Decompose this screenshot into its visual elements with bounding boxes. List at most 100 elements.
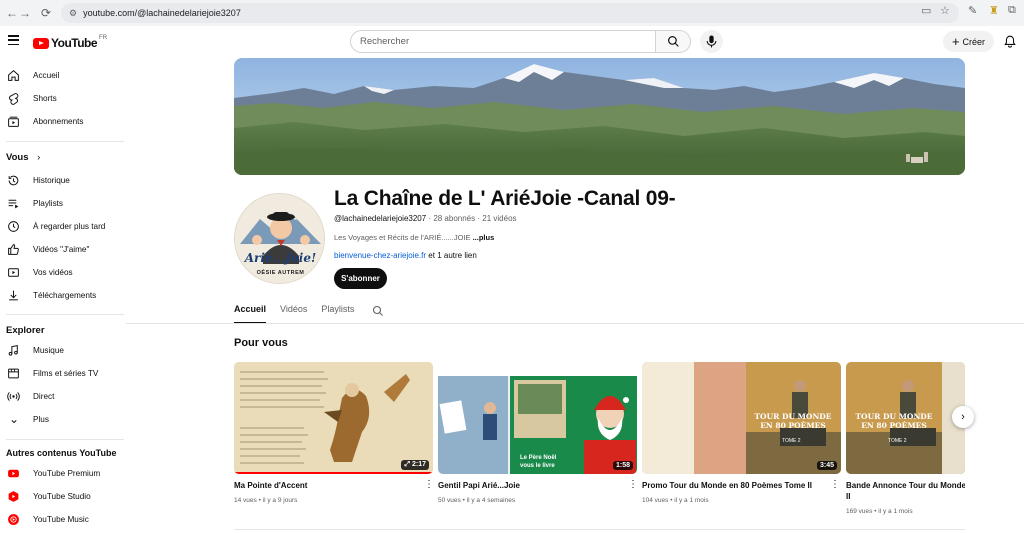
manuscript-thumbnail-image <box>234 362 433 474</box>
sidebar-item-your-videos[interactable]: Vos vidéos <box>0 261 126 283</box>
sidebar-divider <box>6 439 124 440</box>
video-card[interactable]: ⤢ 2:17 Ma Pointe d'Accent 14 vues • il y… <box>234 362 433 504</box>
video-title[interactable]: Promo Tour du Monde en 80 Poèmes Tome II <box>642 480 832 491</box>
sidebar-item-shorts[interactable]: Shorts <box>0 87 126 109</box>
address-url: youtube.com/@lachainedelariejoie3207 <box>83 8 241 18</box>
channel-search-button[interactable] <box>372 304 384 322</box>
sidebar-item-watch-later[interactable]: À regarder plus tard <box>0 215 126 237</box>
site-settings-icon[interactable]: ⚙ <box>69 8 77 19</box>
sidebar-item-more[interactable]: ⌄ Plus <box>0 408 126 430</box>
channel-meta: @lachainedelariejoie3207 · 28 abonnés · … <box>334 214 517 223</box>
channel-description[interactable]: Les Voyages et Récits de l'ARIÉ......JOI… <box>334 233 494 242</box>
search-button[interactable] <box>656 30 691 53</box>
puzzle-extensions-icon[interactable]: ⧉ <box>1008 4 1016 17</box>
sidebar-item-youtube-premium[interactable]: YouTube Premium <box>0 462 126 484</box>
youtube-play-icon <box>33 37 49 49</box>
sidebar-item-playlists[interactable]: Playlists <box>0 192 126 214</box>
video-age: il y a 9 jours <box>262 497 298 504</box>
video-meta: 50 vues • il y a 4 semaines <box>438 497 516 504</box>
subscriptions-icon <box>8 116 19 127</box>
sidebar-item-label: Films et séries TV <box>33 368 99 378</box>
sidebar-item-youtube-music[interactable]: YouTube Music <box>0 508 126 530</box>
channel-avatar[interactable]: Ariè...Joie! OÉSIE AUTREM <box>234 193 325 284</box>
video-meta: 169 vues • il y a 1 mois <box>846 508 913 515</box>
pen-extension-icon[interactable]: ✎ <box>968 4 977 17</box>
subscribe-button[interactable]: S'abonner <box>334 268 387 289</box>
video-meta: 14 vues • il y a 9 jours <box>234 497 298 504</box>
video-card[interactable]: TOUR DU MONDE EN 80 POÈMES TOME 2 Bande … <box>846 362 965 522</box>
tab-videos[interactable]: Vidéos <box>280 304 307 324</box>
sidebar-item-history[interactable]: Historique <box>0 169 126 191</box>
more-actions-icon[interactable]: ⋮ <box>424 479 434 490</box>
microphone-icon <box>706 35 717 48</box>
sidebar-item-label: Vos vidéos <box>33 267 73 277</box>
sidebar-item-label: Musique <box>33 345 64 355</box>
search-input[interactable]: Rechercher <box>350 30 656 53</box>
reload-icon[interactable]: ⟳ <box>35 2 57 24</box>
sidebar-item-liked-videos[interactable]: Vidéos "J'aime" <box>0 238 126 260</box>
video-views: 169 vues <box>846 508 873 515</box>
sidebar-item-subscriptions[interactable]: Abonnements <box>0 110 126 132</box>
video-card[interactable]: Le Père Noël vous le livre 1:58 Gentil P… <box>424 362 637 504</box>
next-videos-button[interactable]: › <box>952 406 974 428</box>
history-icon <box>8 175 19 186</box>
notifications-button[interactable] <box>1004 35 1016 53</box>
video-meta: 104 vues • il y a 1 mois <box>642 497 709 504</box>
sidebar-item-movies[interactable]: Films et séries TV <box>0 362 126 384</box>
tab-home[interactable]: Accueil <box>234 304 267 324</box>
more-actions-icon[interactable]: ⋮ <box>628 479 638 490</box>
cast-icon[interactable]: ▭ <box>921 4 931 17</box>
video-age: il y a 4 semaines <box>466 497 516 504</box>
sidebar-other-heading: Autres contenus YouTube <box>6 448 117 458</box>
sidebar-item-downloads[interactable]: Téléchargements <box>0 284 126 306</box>
menu-hamburger-icon[interactable] <box>8 35 19 45</box>
other-links-button[interactable]: et 1 autre lien <box>428 251 476 260</box>
channel-title: La Chaîne de L' AriéJoie -Canal 09- <box>334 187 676 210</box>
bookmark-star-icon[interactable]: ☆ <box>940 4 950 17</box>
video-title[interactable]: Bande Annonce Tour du Monde en II <box>846 480 965 502</box>
sidebar-item-home[interactable]: Accueil <box>0 64 126 86</box>
sidebar-explore-heading: Explorer <box>6 325 45 336</box>
extension-icon[interactable]: ♜ <box>989 4 999 17</box>
video-card[interactable]: TOUR DU MONDE EN 80 POÈMES TOME 2 3:45 P… <box>628 362 841 504</box>
sidebar-item-label: Vidéos "J'aime" <box>33 244 90 254</box>
watch-progress-bar <box>234 472 433 474</box>
duration-text: 2:17 <box>411 461 426 468</box>
youtube-logo[interactable]: YouTube FR <box>33 35 107 50</box>
plus-icon: + <box>951 34 960 49</box>
thumbnail-text: Le Père Noël vous le livre <box>520 455 557 469</box>
tab-playlists[interactable]: Playlists <box>321 304 354 324</box>
sidebar-you-heading[interactable]: Vous › <box>6 152 40 163</box>
channel-tabs: Accueil Vidéos Playlists <box>234 304 368 324</box>
create-button[interactable]: + Créer <box>943 31 994 52</box>
more-actions-icon[interactable]: ⋮ <box>830 479 840 490</box>
channel-website-link[interactable]: bienvenue-chez-ariejoie.fr <box>334 251 426 260</box>
video-age: il y a 1 mois <box>878 508 913 515</box>
sidebar: Accueil Shorts Abonnements Vous › Histor… <box>0 58 126 533</box>
video-views: 14 vues <box>234 497 257 504</box>
video-thumbnail[interactable]: TOUR DU MONDE EN 80 POÈMES TOME 2 <box>846 362 965 474</box>
description-text: Les Voyages et Récits de l'ARIÉ......JOI… <box>334 233 471 242</box>
video-title[interactable]: Gentil Papi Arié...Joie <box>438 480 628 491</box>
search-placeholder: Rechercher <box>360 36 410 47</box>
thumbnail-subtext: TOME 2 <box>782 438 801 444</box>
forward-icon[interactable]: → <box>14 2 36 24</box>
voice-search-button[interactable] <box>700 30 723 53</box>
video-thumbnail[interactable]: Le Père Noël vous le livre 1:58 <box>438 362 637 474</box>
sidebar-item-label: Shorts <box>33 93 57 103</box>
description-more-link[interactable]: ...plus <box>473 233 495 242</box>
bell-icon <box>1004 35 1016 48</box>
thumbnail-text: TOUR DU MONDE EN 80 POÈMES <box>754 412 832 430</box>
sidebar-item-youtube-studio[interactable]: YouTube Studio <box>0 485 126 507</box>
youtube-music-icon <box>8 514 19 525</box>
video-title[interactable]: Ma Pointe d'Accent <box>234 480 424 491</box>
sidebar-item-music[interactable]: Musique <box>0 339 126 361</box>
video-thumbnail[interactable]: ⤢ 2:17 <box>234 362 433 474</box>
address-bar[interactable]: ⚙ youtube.com/@lachainedelariejoie3207 <box>61 3 959 23</box>
avatar-logo-text: Ariè...Joie! <box>244 251 317 265</box>
playlists-icon <box>8 199 19 209</box>
video-thumbnail[interactable]: TOUR DU MONDE EN 80 POÈMES TOME 2 3:45 <box>642 362 841 474</box>
section-title: Pour vous <box>234 337 288 349</box>
sidebar-item-live[interactable]: Direct <box>0 385 126 407</box>
you-heading-text: Vous <box>6 152 29 163</box>
